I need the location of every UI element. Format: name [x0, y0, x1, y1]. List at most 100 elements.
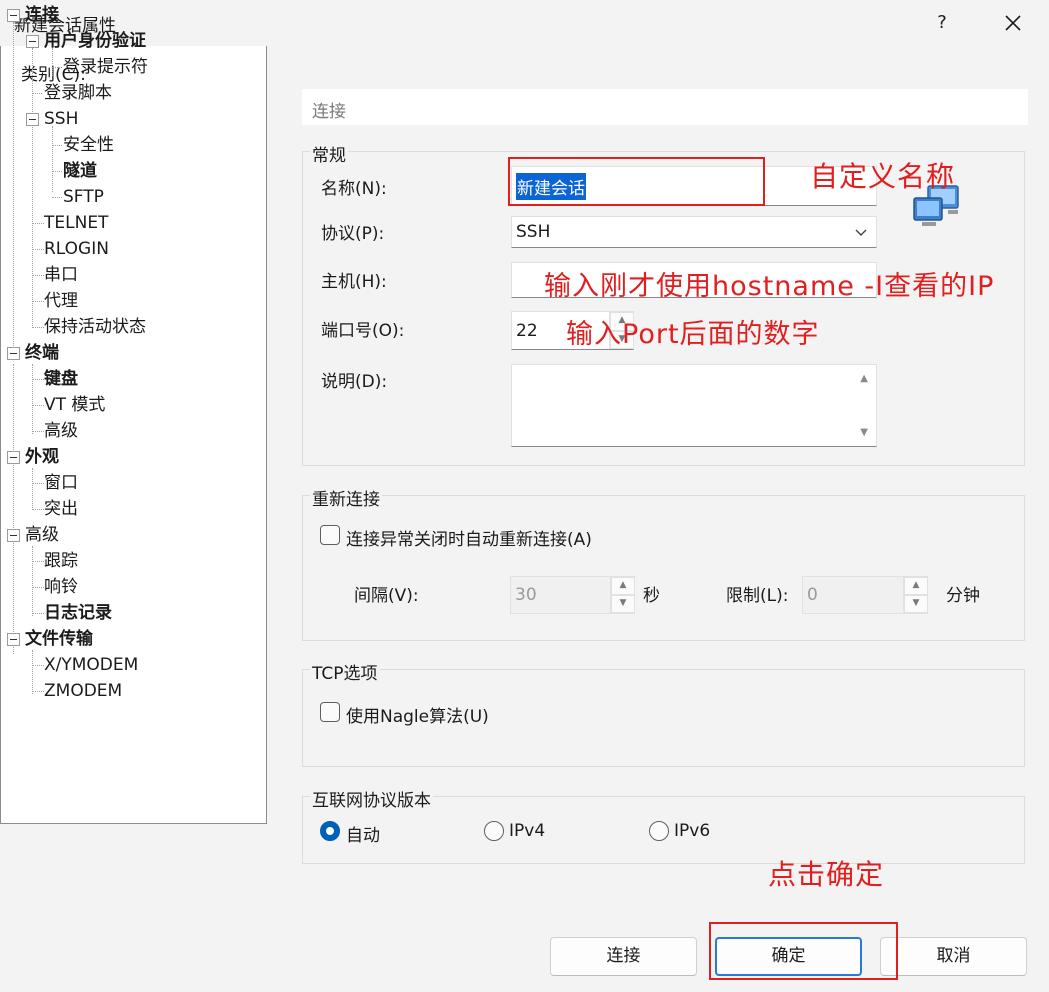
cancel-button[interactable]: 取消 [880, 937, 1027, 976]
tree-item-zmodem[interactable]: ZMODEM [44, 680, 122, 702]
protocol-select-value: SSH [516, 222, 551, 242]
tree-line [32, 613, 44, 614]
tree-line [32, 483, 44, 484]
tree-line [32, 509, 44, 510]
tree-line [32, 301, 44, 302]
tree-item-window[interactable]: 窗口 [44, 472, 78, 494]
description-textarea[interactable]: ▲ ▼ [511, 364, 877, 447]
collapse-icon[interactable] [26, 113, 39, 126]
tree-item-trace[interactable]: 跟踪 [44, 550, 78, 572]
tree-line [32, 364, 33, 434]
auto-reconnect-checkbox[interactable] [320, 525, 340, 545]
tree-line [32, 691, 44, 692]
radio-ipv4-label[interactable]: IPv4 [509, 821, 545, 841]
interval-spin-buttons: ▲ ▼ [610, 577, 635, 613]
tree-item-vt-mode[interactable]: VT 模式 [44, 394, 105, 416]
protocol-select[interactable]: SSH [511, 216, 877, 248]
limit-spinner[interactable]: 0 ▲ ▼ [802, 576, 928, 614]
spin-down-icon[interactable]: ▼ [611, 595, 635, 613]
tree-item-xymodem[interactable]: X/YMODEM [44, 654, 138, 676]
radio-ipv6[interactable] [649, 821, 669, 841]
spin-down-icon[interactable]: ▼ [904, 595, 928, 613]
help-button[interactable]: ? [920, 4, 964, 42]
tree-item-proxy[interactable]: 代理 [44, 290, 78, 312]
title-bar [0, 0, 1049, 46]
tree-line [32, 546, 33, 616]
annotation-name: 自定义名称 [810, 160, 956, 193]
host-label: 主机(H): [321, 272, 387, 292]
tree-line [32, 249, 44, 250]
tree-item-connection[interactable]: 连接 [25, 4, 59, 26]
tree-item-advanced[interactable]: 高级 [25, 524, 59, 546]
tree-item-highlight[interactable]: 突出 [44, 498, 78, 520]
limit-value: 0 [807, 585, 818, 605]
tree-line [32, 223, 44, 224]
section-header [302, 89, 1028, 125]
collapse-icon[interactable] [7, 451, 20, 464]
tree-line [32, 379, 44, 380]
limit-label: 限制(L): [726, 586, 789, 606]
tree-item-terminal-advanced[interactable]: 高级 [44, 420, 78, 442]
tree-line [32, 665, 44, 666]
nagle-label[interactable]: 使用Nagle算法(U) [346, 702, 489, 727]
auto-reconnect-label[interactable]: 连接异常关闭时自动重新连接(A) [346, 525, 592, 550]
annotation-box-ok [709, 922, 898, 980]
annotation-ok: 点击确定 [768, 858, 885, 891]
collapse-icon[interactable] [7, 347, 20, 360]
tree-item-keyboard[interactable]: 键盘 [44, 368, 78, 390]
interval-value: 30 [515, 585, 537, 605]
interval-spinner[interactable]: 30 ▲ ▼ [510, 576, 635, 614]
tree-line [52, 145, 62, 146]
nagle-checkbox[interactable] [320, 702, 340, 722]
collapse-icon[interactable] [7, 9, 20, 22]
tree-line [13, 364, 14, 654]
tree-item-keepalive[interactable]: 保持活动状态 [44, 316, 146, 338]
tree-item-login-script[interactable]: 登录脚本 [44, 82, 112, 104]
port-label: 端口号(O): [321, 321, 405, 341]
ip-version-group-title: 互联网协议版本 [310, 786, 433, 811]
radio-auto-label[interactable]: 自动 [346, 821, 380, 846]
scroll-up-icon[interactable]: ▲ [860, 373, 868, 384]
tree-line [52, 171, 62, 172]
tree-item-rlogin[interactable]: RLOGIN [44, 238, 109, 260]
scroll-down-icon[interactable]: ▼ [860, 427, 868, 438]
collapse-icon[interactable] [7, 633, 20, 646]
port-value: 22 [516, 320, 538, 341]
tree-item-logging[interactable]: 日志记录 [44, 602, 112, 624]
collapse-icon[interactable] [7, 529, 20, 542]
tree-item-serial[interactable]: 串口 [44, 264, 78, 286]
tree-line [32, 405, 44, 406]
radio-auto[interactable] [320, 821, 340, 841]
tree-item-terminal[interactable]: 终端 [25, 342, 59, 364]
tree-line [32, 275, 44, 276]
tree-item-telnet[interactable]: TELNET [44, 212, 108, 234]
tree-item-appearance[interactable]: 外观 [25, 446, 59, 468]
tree-item-sftp[interactable]: SFTP [63, 186, 104, 208]
reconnect-group [302, 495, 1025, 641]
tree-item-user-auth[interactable]: 用户身份验证 [44, 30, 146, 52]
tree-line [52, 126, 53, 192]
tree-line [32, 468, 33, 510]
tree-line [13, 22, 14, 352]
collapse-icon[interactable] [26, 35, 39, 48]
tree-line [52, 197, 62, 198]
reconnect-group-title: 重新连接 [310, 485, 382, 510]
description-label: 说明(D): [321, 372, 388, 392]
tree-line [32, 431, 44, 432]
tree-line [52, 48, 53, 76]
radio-ipv4[interactable] [484, 821, 504, 841]
spin-up-icon[interactable]: ▲ [611, 577, 635, 595]
tree-item-ssh[interactable]: SSH [44, 108, 78, 130]
tree-line [32, 587, 44, 588]
tree-item-file-transfer[interactable]: 文件传输 [25, 628, 93, 650]
tree-item-security[interactable]: 安全性 [63, 134, 114, 156]
protocol-label: 协议(P): [321, 224, 385, 244]
radio-ipv6-label[interactable]: IPv6 [674, 821, 710, 841]
tree-item-tunnel[interactable]: 隧道 [63, 160, 97, 182]
connect-button[interactable]: 连接 [550, 937, 697, 976]
category-tree[interactable]: 连接 用户身份验证 登录提示符 登录脚本 SSH 安全性 隧道 SFTP TEL… [0, 0, 267, 824]
tree-item-bell[interactable]: 响铃 [44, 576, 78, 598]
spin-up-icon[interactable]: ▲ [904, 577, 928, 595]
tree-item-login-prompt[interactable]: 登录提示符 [63, 56, 148, 78]
close-button[interactable] [990, 4, 1036, 42]
